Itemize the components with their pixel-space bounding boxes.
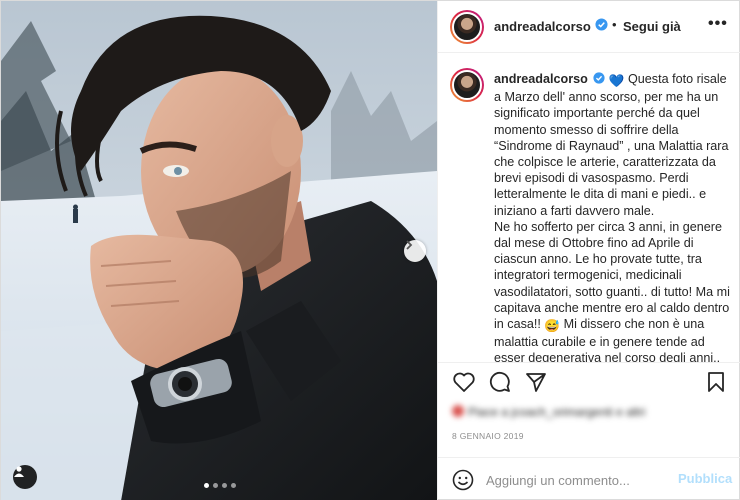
heart-icon[interactable] (452, 371, 476, 393)
comment-input[interactable] (486, 470, 676, 490)
sweat-smile-emoji: 😅 (544, 319, 561, 334)
caption-username[interactable]: andreadalcorso (494, 72, 588, 86)
post-caption: andreadalcorso 💙 Questa foto risale a Ma… (494, 71, 734, 362)
more-options-button[interactable]: ••• (708, 15, 728, 33)
comment-bar: Pubblica (438, 457, 740, 500)
blue-heart-emoji: 💙 (608, 74, 625, 88)
separator-dot: • (612, 17, 617, 32)
comment-icon[interactable] (488, 371, 512, 393)
following-button[interactable]: Segui già (623, 19, 681, 34)
post-photo (1, 1, 437, 500)
user-tag-icon (14, 466, 24, 477)
carousel-dots (204, 483, 236, 488)
post-header: andreadalcorso • Segui già ••• (438, 1, 740, 53)
post-date: 8 GENNAIO 2019 (452, 431, 524, 441)
caption-area: andreadalcorso 💙 Questa foto risale a Ma… (438, 54, 740, 362)
carousel-next-button[interactable] (404, 240, 426, 262)
chevron-right-icon (406, 240, 413, 250)
bookmark-icon[interactable] (706, 371, 726, 393)
caption-text: Questa foto risale a Marzo dell' anno sc… (494, 72, 729, 218)
carousel-dot (204, 483, 209, 488)
avatar[interactable] (450, 10, 484, 44)
verified-badge-icon (595, 18, 608, 31)
caption-text: Ne ho sofferto per circa 3 anni, in gene… (494, 219, 730, 332)
likes-text: Piace a jcoach_orimargenti e altri (468, 405, 646, 419)
likes-summary[interactable]: Piace a jcoach_orimargenti e altri (452, 405, 645, 419)
photo-scene (1, 1, 437, 500)
action-bar (438, 362, 740, 400)
avatar[interactable] (450, 68, 484, 102)
liker-avatar (452, 405, 464, 417)
header-username[interactable]: andreadalcorso (494, 19, 591, 34)
verified-badge-icon (593, 72, 605, 84)
post-side-panel: andreadalcorso • Segui già ••• andreadal… (437, 1, 740, 500)
carousel-dot (213, 483, 218, 488)
paper-plane-icon[interactable] (525, 371, 547, 393)
user-tag-button[interactable] (13, 465, 37, 489)
post-modal: andreadalcorso • Segui già ••• andreadal… (0, 0, 740, 500)
publish-button[interactable]: Pubblica (678, 471, 732, 486)
smiley-icon[interactable] (452, 469, 474, 491)
carousel-dot (222, 483, 227, 488)
carousel-dot (231, 483, 236, 488)
